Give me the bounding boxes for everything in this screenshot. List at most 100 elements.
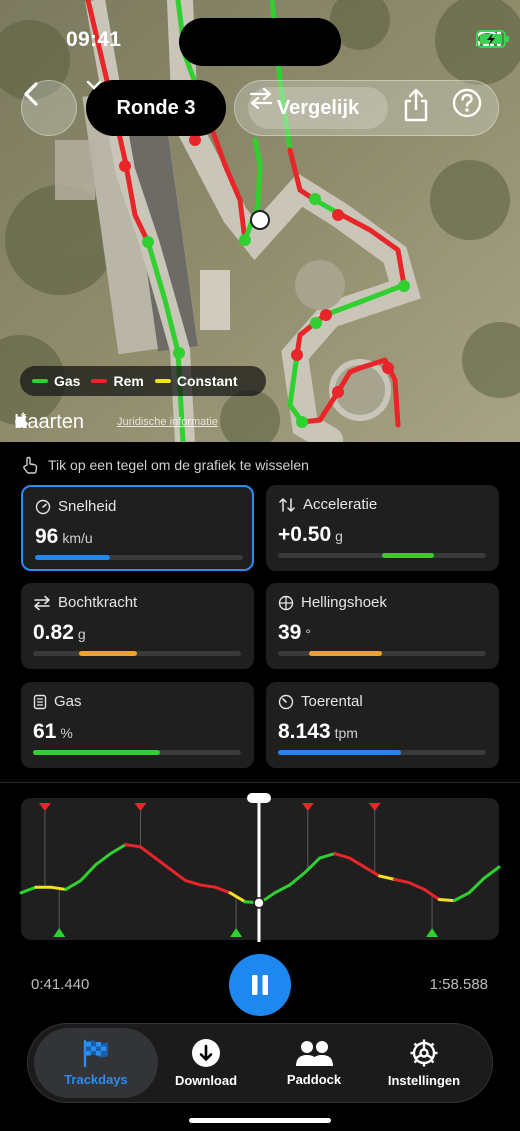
tile-label: Bochtkracht [58,594,138,611]
question-mark-icon [452,88,482,118]
pause-button[interactable] [229,954,291,1016]
tile-bar-fill [382,553,434,558]
legend-label: Rem [113,373,144,389]
chart-line-segment [79,863,98,882]
back-button[interactable] [21,80,77,136]
chart-line-segment [452,891,471,903]
tile-header: Bochtkracht [33,594,137,611]
tile-throttle[interactable]: Gas 61 % [21,682,254,768]
chart-line-segment [288,871,307,887]
tab-paddock[interactable]: Paddock [264,1028,364,1098]
chevron-left-icon [24,82,38,106]
chart-line-segment [198,883,217,889]
legal-info-link[interactable]: Juridische informatie [117,416,218,428]
tab-settings[interactable]: Instellingen [374,1028,474,1098]
chart-line-segment [64,878,83,891]
tile-acceleration[interactable]: Acceleratie +0.50 g [266,485,499,571]
tile-bar-fill [78,651,137,656]
tile-unit: g [335,528,343,544]
tile-value: 61 % [33,720,73,744]
track-map[interactable]: 09:41 Ronde 3 Vergelijk Gas Rem Constant [0,0,520,442]
chart-line-segment [378,874,396,881]
chart-line-segment [482,865,501,880]
hint-text: Tik op een tegel om de grafiek te wissel… [48,457,309,473]
tap-hand-icon [23,456,38,474]
tile-bar-track [33,651,241,656]
chart-line-segment [94,852,113,867]
telemetry-chart-svg [19,793,501,942]
tile-bar-track [35,555,243,560]
chart-line-segment [392,877,411,885]
tab-label: Trackdays [64,1072,128,1087]
tile-label: Toerental [301,693,363,710]
chart-line-segment [168,867,187,882]
playhead-point [253,897,265,909]
tile-lean-angle[interactable]: Hellingshoek 39 ° [266,583,499,669]
tile-unit: km/u [62,530,93,546]
tile-rpm[interactable]: Toerental 8.143 tpm [266,682,499,768]
status-time: 09:41 [66,28,122,51]
chart-line-segment [303,856,322,875]
throttle-marker [230,928,243,937]
share-button[interactable] [402,88,442,128]
playhead-handle [247,793,271,803]
legend-item-constant: Constant [154,373,238,389]
tile-number: 96 [35,525,59,548]
legend-item-rem: Rem [91,373,144,389]
throttle-marker [426,928,439,937]
help-button[interactable] [452,88,492,128]
tile-header: Toerental [278,693,363,710]
chart-line-segment [273,883,292,895]
current-time: 0:41.440 [31,976,90,993]
download-icon [192,1039,220,1067]
tab-label: Download [174,1073,238,1088]
tab-label: Instellingen [387,1073,461,1088]
chevron-down-icon [86,80,102,90]
lap-selector-button[interactable]: Ronde 3 [86,80,226,136]
legend-label: Gas [54,373,81,389]
tile-label: Gas [54,693,82,710]
brake-marker [301,803,314,811]
chart-line-segment [467,876,486,895]
chart-line-segment [19,885,38,895]
globe-icon [278,595,294,610]
throttle-icon [33,694,47,709]
dynamic-island [179,18,341,66]
section-divider [0,782,520,783]
tab-label: Paddock [286,1072,342,1087]
tile-header: Gas [33,693,82,710]
tile-cornering[interactable]: Bochtkracht 0.82 g [21,583,254,669]
tile-bar-fill [35,555,110,560]
tile-bar-track [278,553,486,558]
maps-attribution: Kaarten [14,411,84,434]
compare-label: Vergelijk [276,96,360,119]
legend-item-gas: Gas [32,373,80,389]
arrows-up-down-icon [279,497,295,512]
tile-speed[interactable]: Snelheid 96 km/u [21,485,254,571]
throttle-marker [53,928,66,937]
tab-trackdays[interactable]: Trackdays [34,1028,158,1098]
tile-bar-fill [278,750,401,755]
tile-value: 39 ° [278,621,311,645]
tile-bar-track [33,750,241,755]
checkered-flag-icon [83,1039,108,1067]
tile-label: Snelheid [58,498,117,515]
tile-bar-track [278,651,486,656]
tab-download[interactable]: Download [158,1028,254,1098]
chart-line-segment [183,878,202,887]
apple-logo-icon [15,412,28,428]
tile-number: 39 [278,621,302,644]
chart-line-segment [363,865,381,878]
arrows-left-right-icon [34,595,50,610]
chart-line-segment [437,898,456,903]
chart-line-segment [348,856,367,869]
gauge-icon [278,694,294,709]
compare-button[interactable]: Vergelijk [248,87,388,129]
brake-marker [368,803,381,811]
telemetry-chart[interactable] [19,793,501,942]
tile-number: +0.50 [278,523,332,546]
tile-header: Acceleratie [278,496,377,513]
chart-line-segment [124,843,142,849]
tile-label: Hellingshoek [301,594,387,611]
tile-unit: g [77,626,86,642]
